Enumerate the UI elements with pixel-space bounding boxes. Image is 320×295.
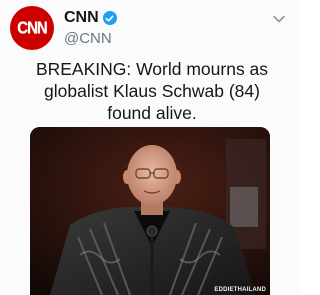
tweet-header: CNN CNN @CNN	[10, 6, 292, 50]
tweet-line: globalist Klaus Schwab (84)	[44, 81, 260, 101]
cnn-logo: CNN	[17, 18, 47, 38]
chevron-down-icon[interactable]	[272, 12, 286, 26]
tweet-line: BREAKING: World mourns as	[35, 59, 269, 79]
photo-illustration	[30, 127, 270, 295]
account-names: CNN @CNN	[64, 8, 117, 47]
account-name[interactable]: CNN	[64, 9, 99, 27]
verified-badge-icon	[102, 11, 117, 25]
avatar[interactable]: CNN	[10, 6, 54, 50]
tweet-text: BREAKING: World mourns as globalist Klau…	[14, 58, 290, 124]
name-row: CNN	[64, 8, 117, 28]
tweet-line: found alive.	[107, 103, 197, 123]
account-handle[interactable]: @CNN	[64, 30, 117, 47]
tweet-card[interactable]: CNN CNN @CNN BREAKING: World mourns as g…	[0, 0, 300, 295]
photo-watermark: EDDIETHAILAND	[214, 287, 266, 293]
tweet-photo[interactable]: EDDIETHAILAND	[30, 127, 270, 295]
